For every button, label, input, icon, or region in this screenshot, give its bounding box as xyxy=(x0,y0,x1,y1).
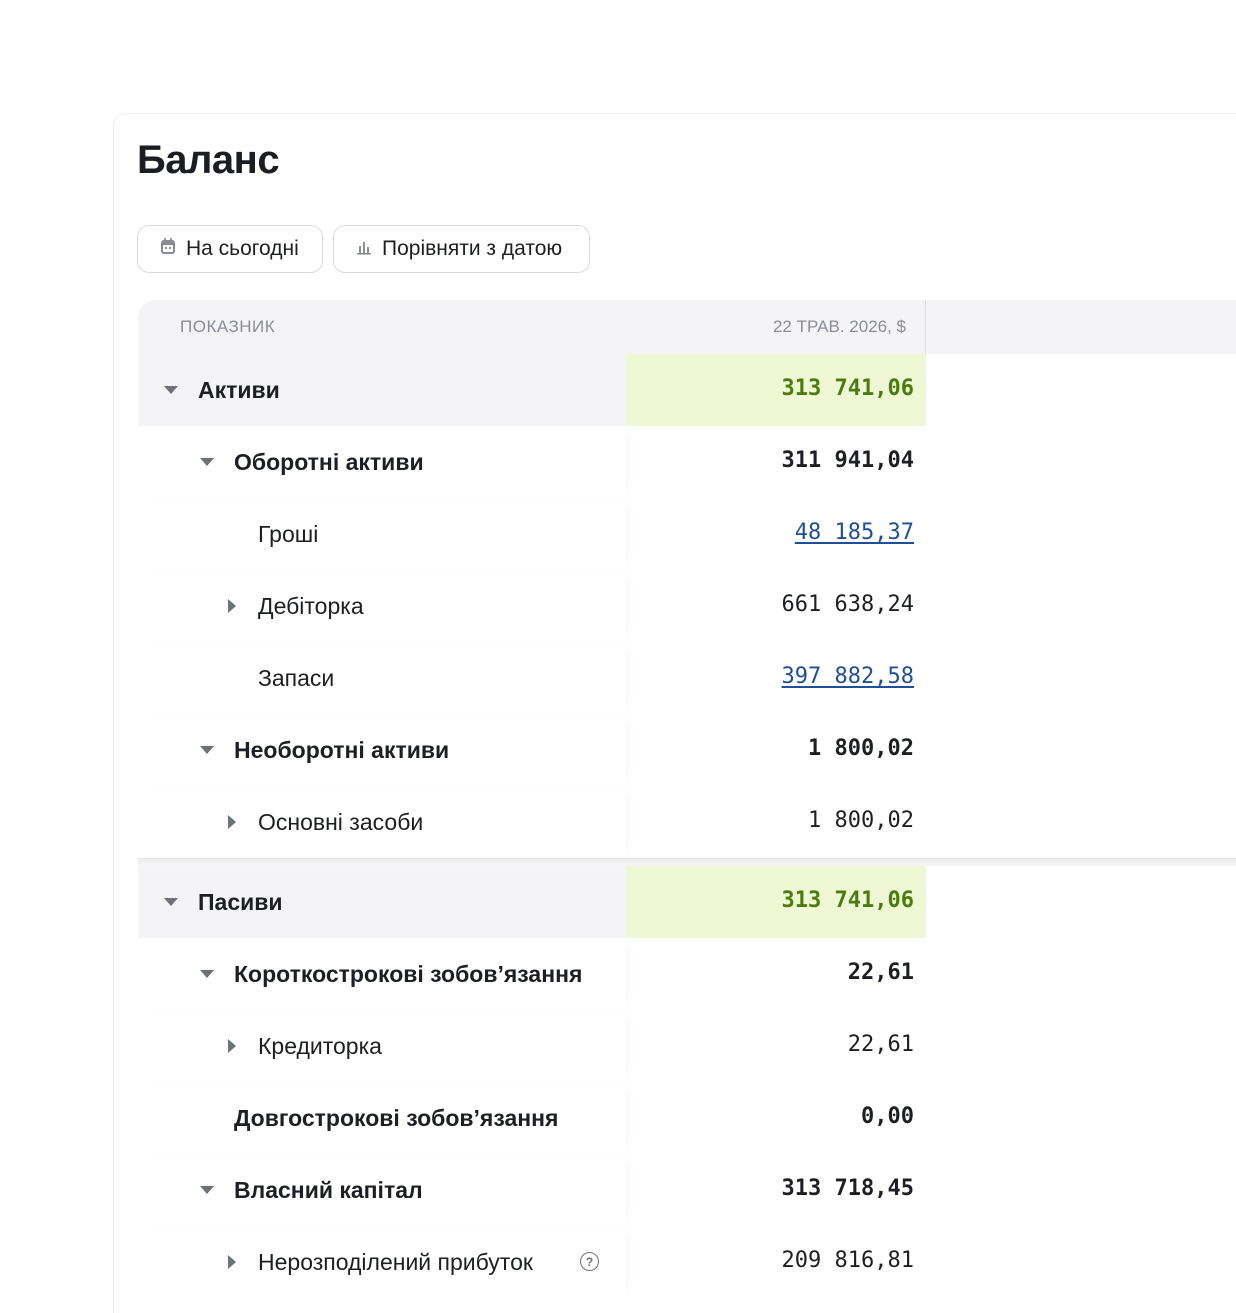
expand-caret-icon[interactable] xyxy=(228,599,236,613)
row-value-cell: 313 741,06 xyxy=(626,354,926,426)
table-row[interactable]: Нерозподілений прибуток? 209 816,81 xyxy=(138,1226,1236,1298)
row-label: Основні засоби xyxy=(258,808,424,835)
row-label-cell: Нерозподілений прибуток? xyxy=(138,1226,626,1298)
row-label: Кредиторка xyxy=(258,1032,382,1059)
calendar-icon xyxy=(160,237,176,261)
table-row[interactable]: Оборотні активи 311 941,04 xyxy=(138,426,1236,498)
table-row: Гроші 48 185,37 xyxy=(138,498,1236,570)
page-title: Баланс xyxy=(137,138,280,182)
bar-chart-icon xyxy=(356,237,372,261)
row-value: 22,61 xyxy=(847,1032,914,1057)
row-value-link[interactable]: 397 882,58 xyxy=(782,664,914,689)
table-row: Запаси 397 882,58 xyxy=(138,642,1236,714)
collapse-caret-icon[interactable] xyxy=(200,746,214,754)
table-row[interactable]: Власний капітал 313 718,45 xyxy=(138,1154,1236,1226)
row-label: Активи xyxy=(198,376,280,403)
table-row[interactable]: Кредиторка 22,61 xyxy=(138,1010,1236,1082)
column-header-date[interactable]: 22 ТРАВ. 2026, $ xyxy=(626,300,926,354)
table-header: ПОКАЗНИК 22 ТРАВ. 2026, $ xyxy=(138,300,1236,354)
today-button[interactable]: На сьогодні xyxy=(137,225,323,273)
row-value-cell: 661 638,24 xyxy=(626,570,926,642)
row-value-cell: 313 741,06 xyxy=(626,866,926,938)
row-value: 661 638,24 xyxy=(781,592,914,617)
row-value-cell: 311 941,04 xyxy=(626,426,926,498)
collapse-caret-icon[interactable] xyxy=(200,458,214,466)
expand-caret-icon[interactable] xyxy=(228,1039,236,1053)
row-value: 22,61 xyxy=(847,960,914,985)
row-value-cell: 0,00 xyxy=(626,1082,926,1154)
row-label: Нерозподілений прибуток xyxy=(258,1248,533,1275)
column-header-indicator: ПОКАЗНИК xyxy=(180,317,276,336)
compare-date-button-label: Порівняти з датою xyxy=(382,237,563,260)
row-label-cell: Короткострокові зобов’язання xyxy=(138,938,626,1010)
row-value-cell: 22,61 xyxy=(626,1010,926,1082)
table-row[interactable]: Короткострокові зобов’язання 22,61 xyxy=(138,938,1236,1010)
row-value-cell: 313 718,45 xyxy=(626,1154,926,1226)
question-circle-icon[interactable]: ? xyxy=(580,1252,599,1271)
row-value: 0,00 xyxy=(861,1104,914,1129)
row-label: Дебіторка xyxy=(258,592,364,619)
row-value: 313 741,06 xyxy=(781,376,914,401)
row-label: Довгострокові зобов’язання xyxy=(234,1104,559,1131)
collapse-caret-icon[interactable] xyxy=(200,970,214,978)
row-label: Запаси xyxy=(258,664,335,691)
table-row[interactable]: Дебіторка 661 638,24 xyxy=(138,570,1236,642)
collapse-caret-icon[interactable] xyxy=(200,1186,214,1194)
compare-date-button[interactable]: Порівняти з датою xyxy=(333,225,590,273)
row-label: Короткострокові зобов’язання xyxy=(234,960,583,987)
row-label: Пасиви xyxy=(198,888,283,915)
table-row[interactable]: Активи 313 741,06 xyxy=(138,354,1236,426)
section-divider xyxy=(138,858,1236,866)
row-label-cell: Пасиви xyxy=(138,866,626,938)
row-value-cell: 1 800,02 xyxy=(626,786,926,858)
table-row[interactable]: Необоротні активи 1 800,02 xyxy=(138,714,1236,786)
row-label: Необоротні активи xyxy=(234,736,450,763)
row-label-cell: Оборотні активи xyxy=(138,426,626,498)
row-value: 1 800,02 xyxy=(808,736,914,761)
collapse-caret-icon[interactable] xyxy=(164,898,178,906)
row-value-cell: 397 882,58 xyxy=(626,642,926,714)
row-label: Власний капітал xyxy=(234,1176,423,1203)
row-value: 311 941,04 xyxy=(781,448,914,473)
row-label-cell: Власний капітал xyxy=(138,1154,626,1226)
table-row[interactable]: Пасиви 313 741,06 xyxy=(138,866,1236,938)
row-label-cell: Довгострокові зобов’язання xyxy=(138,1082,626,1154)
row-value: 1 800,02 xyxy=(808,808,914,833)
row-label: Гроші xyxy=(258,520,319,547)
row-value-cell: 22,61 xyxy=(626,938,926,1010)
table-row: Довгострокові зобов’язання 0,00 xyxy=(138,1082,1236,1154)
collapse-caret-icon[interactable] xyxy=(164,386,178,394)
table-row[interactable]: Основні засоби 1 800,02 xyxy=(138,786,1236,858)
row-label-cell: Запаси xyxy=(138,642,626,714)
row-value: 209 816,81 xyxy=(781,1248,914,1273)
row-label-cell: Дебіторка xyxy=(138,570,626,642)
row-label: Оборотні активи xyxy=(234,448,424,475)
row-value-cell: 48 185,37 xyxy=(626,498,926,570)
row-label-cell: Гроші xyxy=(138,498,626,570)
row-value: 313 718,45 xyxy=(781,1176,914,1201)
row-value: 313 741,06 xyxy=(781,888,914,913)
row-value-cell: 209 816,81 xyxy=(626,1226,926,1298)
expand-caret-icon[interactable] xyxy=(228,1255,236,1269)
row-label-cell: Необоротні активи xyxy=(138,714,626,786)
row-label-cell: Кредиторка xyxy=(138,1010,626,1082)
row-label-cell: Активи xyxy=(138,354,626,426)
row-value-link[interactable]: 48 185,37 xyxy=(795,520,914,545)
expand-caret-icon[interactable] xyxy=(228,815,236,829)
today-button-label: На сьогодні xyxy=(186,237,299,260)
row-label-cell: Основні засоби xyxy=(138,786,626,858)
row-value-cell: 1 800,02 xyxy=(626,714,926,786)
